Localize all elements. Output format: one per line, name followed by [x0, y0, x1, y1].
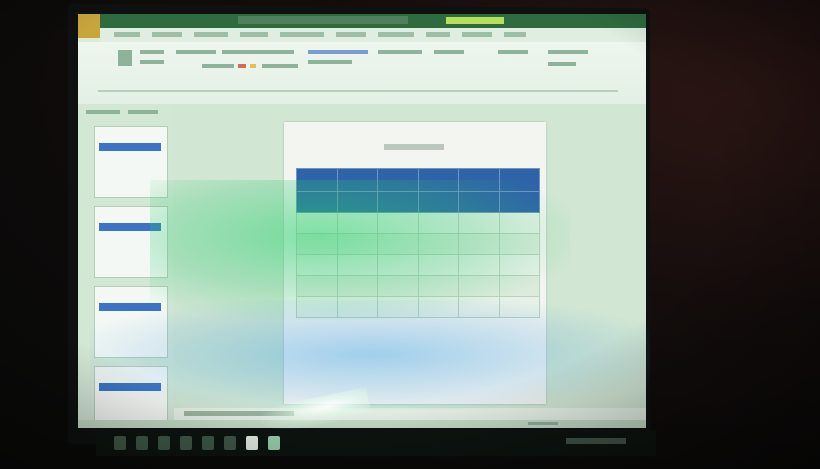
photo-scene — [0, 0, 820, 469]
photo-vignette — [0, 0, 820, 469]
